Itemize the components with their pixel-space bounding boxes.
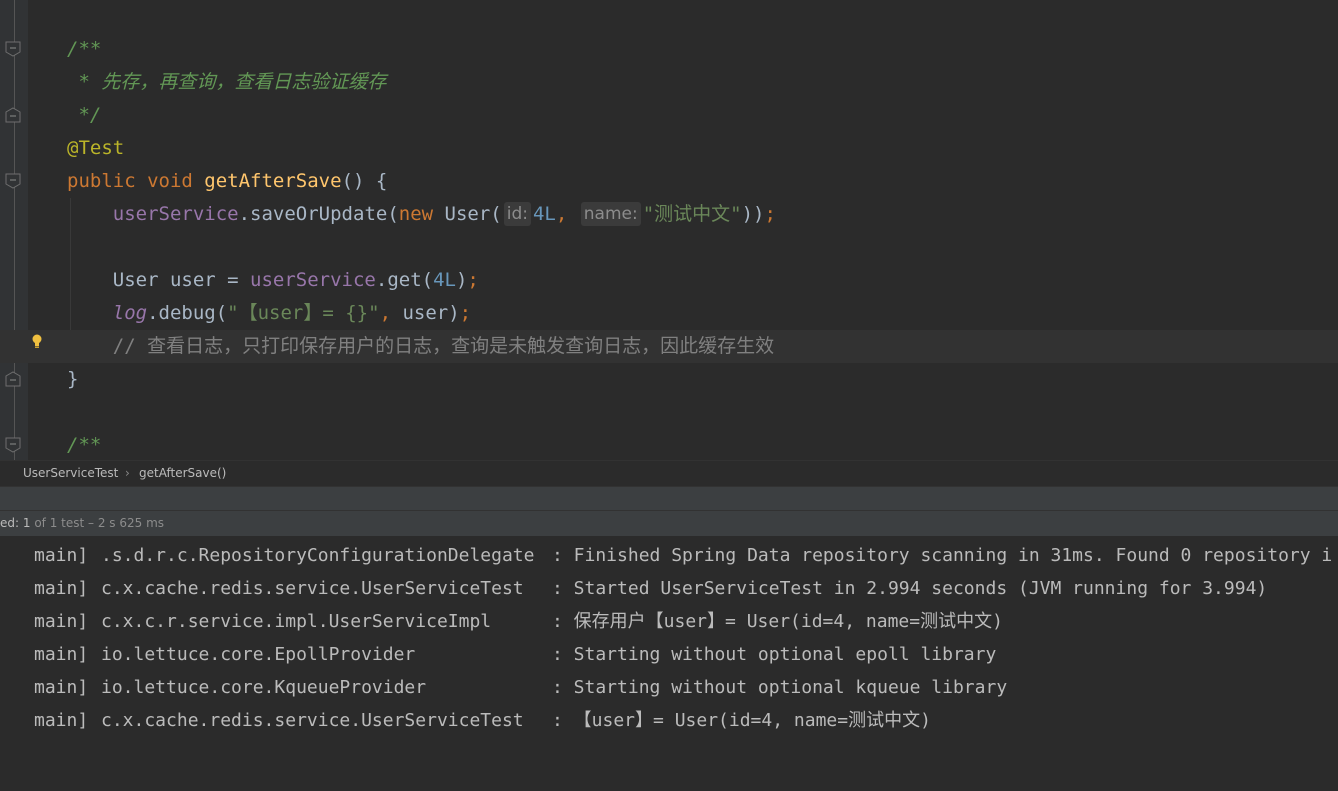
code-line[interactable]: public void getAfterSave() { [0, 165, 1338, 198]
log-message: : Starting without optional epoll librar… [552, 644, 997, 665]
log-message: : Starting without optional kqueue libra… [552, 677, 1008, 698]
breadcrumb-method[interactable]: getAfterSave() [139, 461, 226, 486]
breadcrumb-separator: › [125, 466, 130, 480]
code-token: ; [459, 302, 472, 324]
indent-guide [70, 198, 71, 330]
parameter-hint: id: [503, 202, 531, 226]
code-line[interactable]: * 先存，再查询，查看日志验证缓存 [0, 66, 1338, 99]
code-line[interactable]: /** [0, 33, 1338, 66]
code-line[interactable]: /** [0, 429, 1338, 460]
breadcrumb: UserServiceTest › getAfterSave() [0, 460, 1338, 486]
run-panel-header [0, 486, 1338, 510]
log-message: : Finished Spring Data repository scanni… [552, 545, 1333, 566]
log-logger: io.lettuce.core.KqueueProvider [101, 677, 427, 698]
status-of: of [30, 516, 50, 530]
code-token: .saveOrUpdate( [238, 203, 399, 225]
console-output[interactable]: main] .s.d.r.c.RepositoryConfigurationDel… [0, 537, 1338, 791]
code-token: .debug( [147, 302, 228, 324]
breadcrumb-class[interactable]: UserServiceTest [23, 461, 118, 486]
code-token: getAfterSave [204, 170, 342, 192]
code-token: public [67, 170, 148, 192]
code-line[interactable] [0, 396, 1338, 429]
code-token: new [398, 203, 445, 225]
log-logger: c.x.c.r.service.impl.UserServiceImpl [101, 611, 492, 632]
log-thread: main] [34, 578, 89, 599]
code-line[interactable]: } [0, 363, 1338, 396]
code-line-content: public void getAfterSave() { [67, 165, 387, 198]
code-token: * 先存，再查询，查看日志验证缓存 [67, 71, 387, 93]
code-token: log [112, 302, 148, 324]
code-token: )) [741, 203, 765, 225]
log-message: : 保存用户【user】= User(id=4, name=测试中文) [552, 611, 1003, 632]
code-token: void [147, 170, 205, 192]
code-token: ) [455, 269, 468, 291]
lightbulb-icon[interactable] [30, 333, 44, 349]
code-token: ; [467, 269, 479, 291]
code-line-content: /** [67, 33, 101, 66]
code-line[interactable]: log.debug("【user】= {}", user); [0, 297, 1338, 330]
code-token: .get( [375, 269, 434, 291]
code-line-content: @Test [67, 132, 124, 165]
code-token: , [379, 302, 403, 324]
code-line[interactable] [0, 231, 1338, 264]
status-duration: – 2 s 625 ms [84, 516, 165, 530]
code-token: "【user】= {}" [227, 302, 380, 324]
code-token: @Test [67, 137, 125, 159]
status-total: 1 test [49, 516, 85, 530]
log-thread: main] [34, 611, 89, 632]
log-logger: io.lettuce.core.EpollProvider [101, 644, 416, 665]
log-logger: c.x.cache.redis.service.UserServiceTest [101, 578, 524, 599]
code-line-content: */ [67, 99, 101, 132]
status-passed-count: 1 [22, 516, 31, 530]
code-line-content: // 查看日志，只打印保存用户的日志，查询是未触发查询日志，因此缓存生效 [67, 330, 774, 363]
code-line-content: /** [67, 429, 101, 460]
parameter-hint: name: [580, 202, 641, 226]
code-token: // 查看日志，只打印保存用户的日志，查询是未触发查询日志，因此缓存生效 [67, 335, 775, 357]
code-token: "测试中文" [642, 203, 742, 225]
log-message: : Started UserServiceTest in 2.994 secon… [552, 578, 1268, 599]
code-editor[interactable]: /** * 先存，再查询，查看日志验证缓存 */ @Test public void… [0, 0, 1338, 460]
code-token: } [67, 368, 79, 390]
code-line-content: * 先存，再查询，查看日志验证缓存 [67, 66, 386, 99]
code-line-content: } [67, 363, 78, 396]
log-logger: c.x.cache.redis.service.UserServiceTest [101, 710, 524, 731]
code-line[interactable]: @Test [0, 132, 1338, 165]
code-token: User user = [67, 269, 251, 291]
test-status-bar: ed: 1 of 1 test – 2 s 625 ms [0, 510, 1338, 537]
log-thread: main] [34, 545, 89, 566]
code-token: , [555, 203, 579, 225]
log-logger: .s.d.r.c.RepositoryConfigurationDelegate [101, 545, 535, 566]
code-line-content: userService.saveOrUpdate(new User(id: 4L,… [67, 198, 776, 231]
code-token: user) [402, 302, 460, 324]
log-thread: main] [34, 644, 89, 665]
code-token: User( [444, 203, 502, 225]
log-thread: main] [34, 710, 89, 731]
code-token: 4L [433, 269, 456, 291]
log-message: : 【user】= User(id=4, name=测试中文) [552, 710, 931, 731]
code-line[interactable]: */ [0, 99, 1338, 132]
code-token: 4L [532, 203, 556, 225]
code-line-content: User user = userService.get(4L); [67, 264, 479, 297]
log-thread: main] [34, 677, 89, 698]
status-prefix: ed: [0, 516, 23, 530]
code-token: ; [764, 203, 776, 225]
code-token: userService [112, 203, 239, 225]
code-token: /** [67, 38, 102, 60]
code-token: () { [341, 170, 388, 192]
code-token: /** [67, 434, 102, 456]
code-line-content: log.debug("【user】= {}", user); [67, 297, 471, 330]
code-token: */ [67, 104, 102, 126]
code-token: userService [250, 269, 376, 291]
code-line[interactable]: // 查看日志，只打印保存用户的日志，查询是未触发查询日志，因此缓存生效 [0, 330, 1338, 363]
code-line[interactable]: userService.saveOrUpdate(new User(id: 4L,… [0, 198, 1338, 231]
code-line[interactable]: User user = userService.get(4L); [0, 264, 1338, 297]
